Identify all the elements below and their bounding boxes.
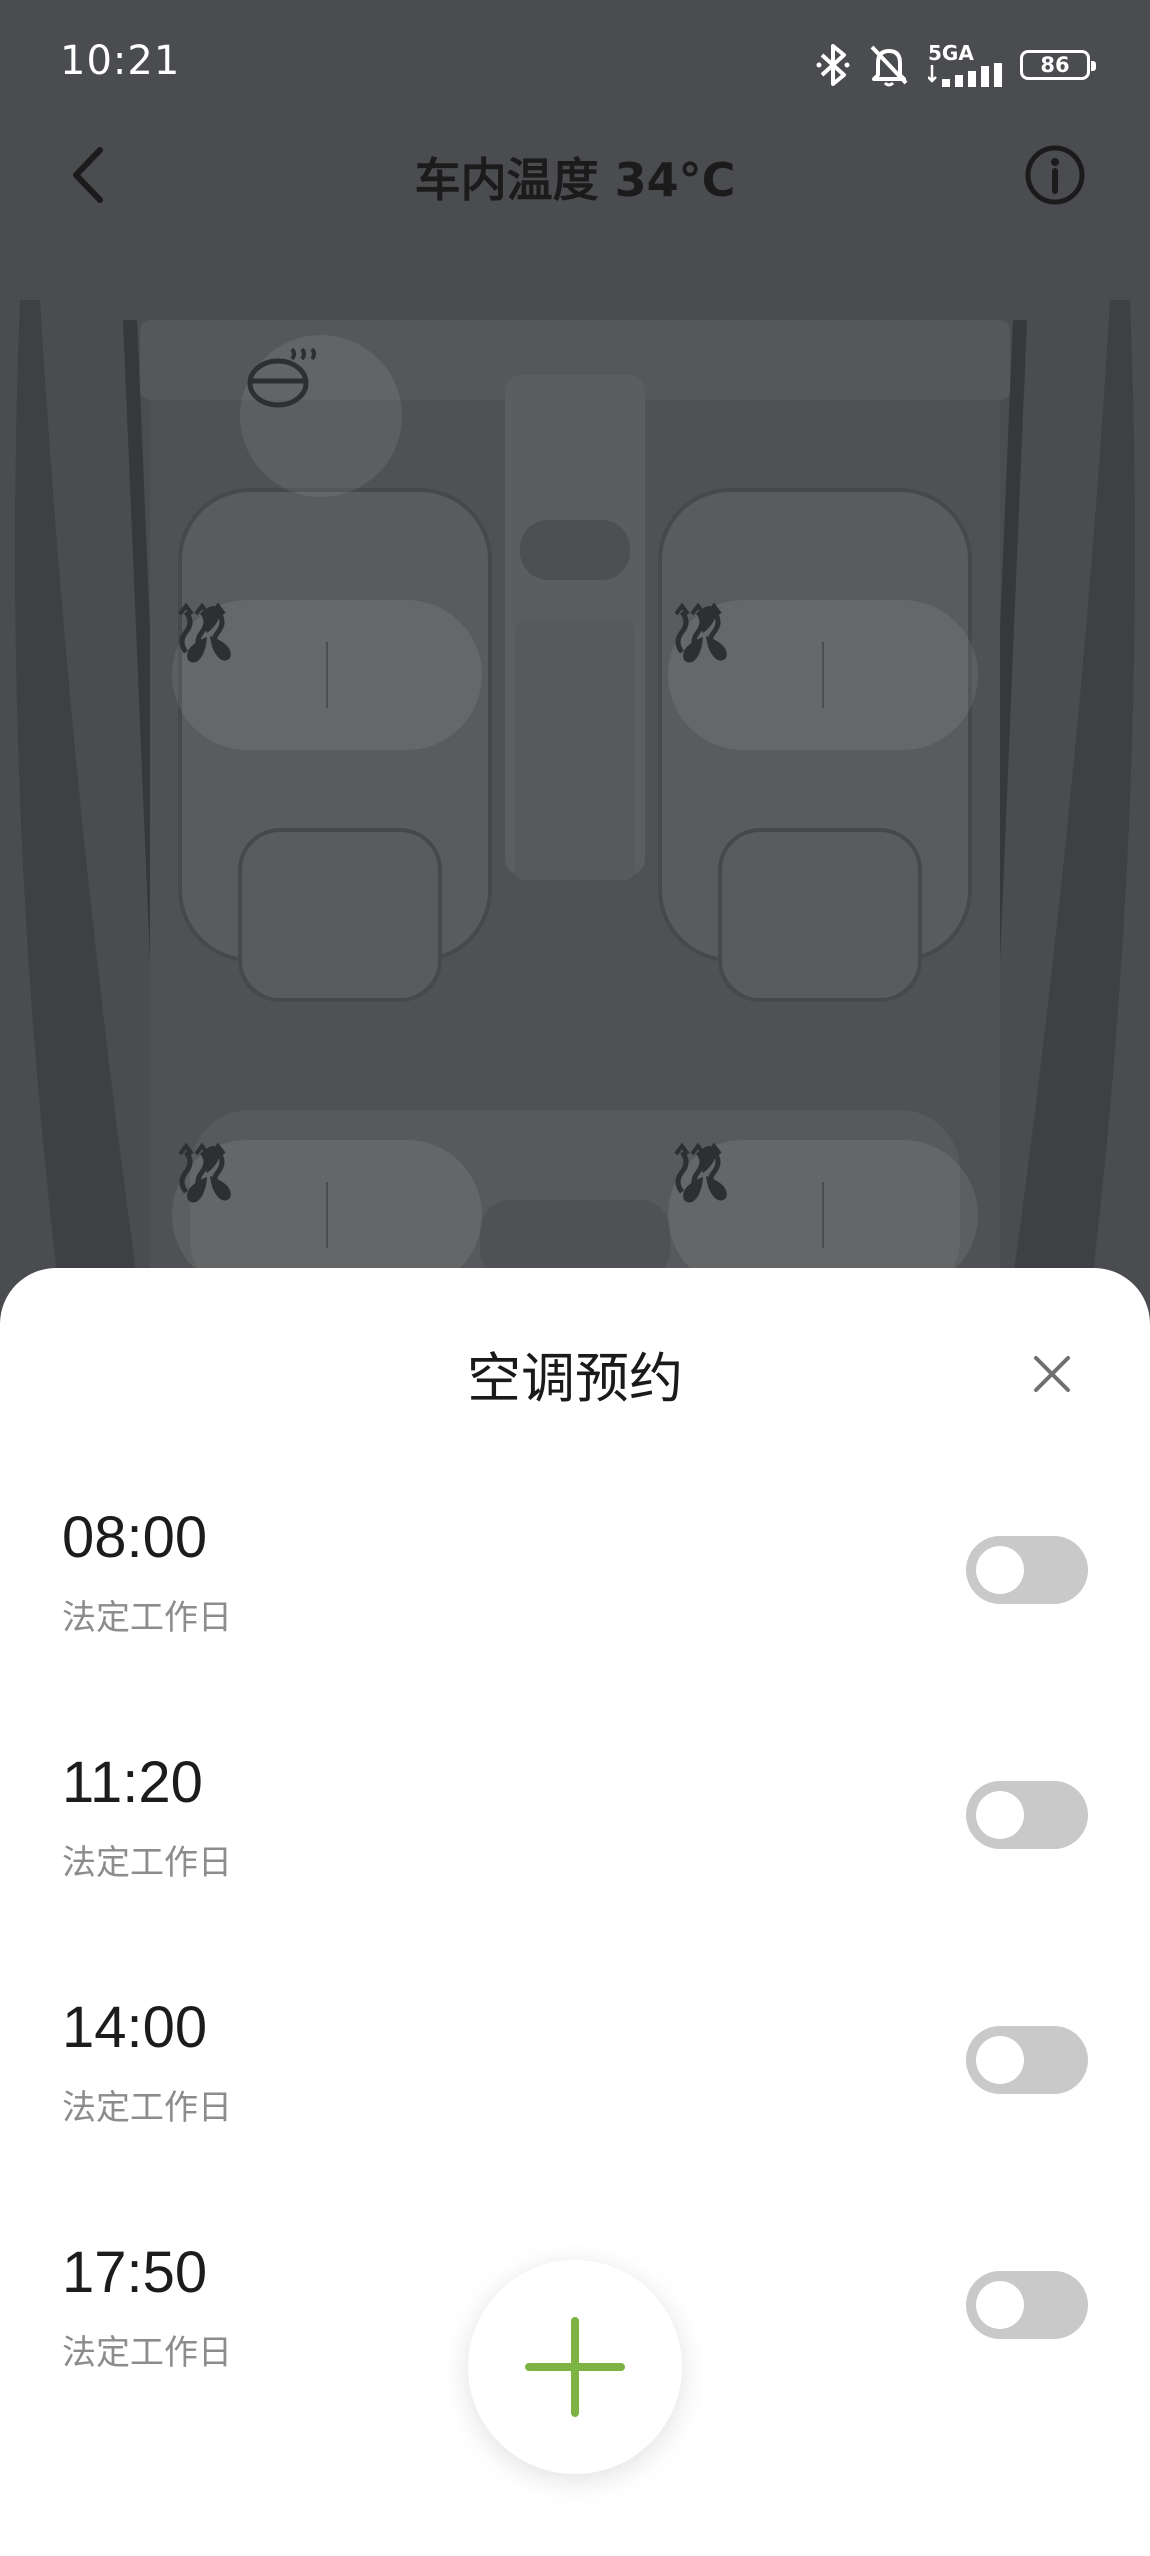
schedule-toggle[interactable] xyxy=(966,1781,1088,1849)
schedule-time: 08:00 xyxy=(62,1505,208,1570)
schedule-row[interactable]: 08:00 法定工作日 xyxy=(0,1504,1150,1664)
schedule-repeat: 法定工作日 xyxy=(62,1843,232,1883)
seat-ventilation-button[interactable] xyxy=(683,600,978,750)
signal-icon xyxy=(928,63,1002,87)
schedule-row[interactable]: 11:20 法定工作日 xyxy=(0,1749,1150,1909)
steering-wheel-heat-button[interactable] xyxy=(240,335,402,497)
seat-ventilation-button[interactable] xyxy=(187,600,482,750)
schedule-repeat: 法定工作日 xyxy=(62,1598,232,1638)
seat-ventilation-icon xyxy=(683,1146,727,1203)
schedule-toggle[interactable] xyxy=(966,2026,1088,2094)
info-button[interactable] xyxy=(1020,140,1090,210)
seat-control-front-right xyxy=(668,600,978,750)
bluetooth-icon xyxy=(816,44,850,86)
header: 车内温度 34°C xyxy=(0,130,1150,220)
sheet-title: 空调预约 xyxy=(467,1347,683,1410)
status-time: 10:21 xyxy=(60,38,181,84)
seat-ventilation-icon xyxy=(187,606,231,663)
mute-bell-icon xyxy=(870,45,908,87)
close-button[interactable] xyxy=(1026,1348,1078,1400)
close-icon xyxy=(1034,1356,1070,1392)
schedule-toggle[interactable] xyxy=(966,1536,1088,1604)
battery-level: 86 xyxy=(1040,53,1070,77)
toggle-knob xyxy=(976,2036,1024,2084)
page-title: 车内温度 34°C xyxy=(414,153,736,207)
schedule-time: 17:50 xyxy=(62,2240,208,2305)
steering-wheel-heat-icon xyxy=(247,347,316,408)
info-icon xyxy=(1025,145,1085,205)
add-schedule-button[interactable] xyxy=(468,2260,682,2474)
schedule-row[interactable]: 14:00 法定工作日 xyxy=(0,1994,1150,2154)
plus-icon xyxy=(525,2317,625,2417)
toggle-knob xyxy=(976,1546,1024,1594)
network-indicator: 5GA xyxy=(928,43,1002,87)
status-icons: 5GA 86 xyxy=(816,40,1096,90)
battery-icon: 86 xyxy=(1020,50,1096,80)
network-type-label: 5GA xyxy=(928,41,974,65)
seat-ventilation-icon xyxy=(683,606,727,663)
schedule-repeat: 法定工作日 xyxy=(62,2333,232,2373)
schedule-time: 14:00 xyxy=(62,1995,208,2060)
schedule-repeat: 法定工作日 xyxy=(62,2088,232,2128)
toggle-knob xyxy=(976,1791,1024,1839)
schedule-time: 11:20 xyxy=(62,1750,203,1815)
schedule-toggle[interactable] xyxy=(966,2271,1088,2339)
seat-ventilation-icon xyxy=(187,1146,231,1203)
status-bar: 10:21 5GA 86 xyxy=(0,0,1150,130)
seat-control-front-left xyxy=(172,600,482,750)
toggle-knob xyxy=(976,2281,1024,2329)
